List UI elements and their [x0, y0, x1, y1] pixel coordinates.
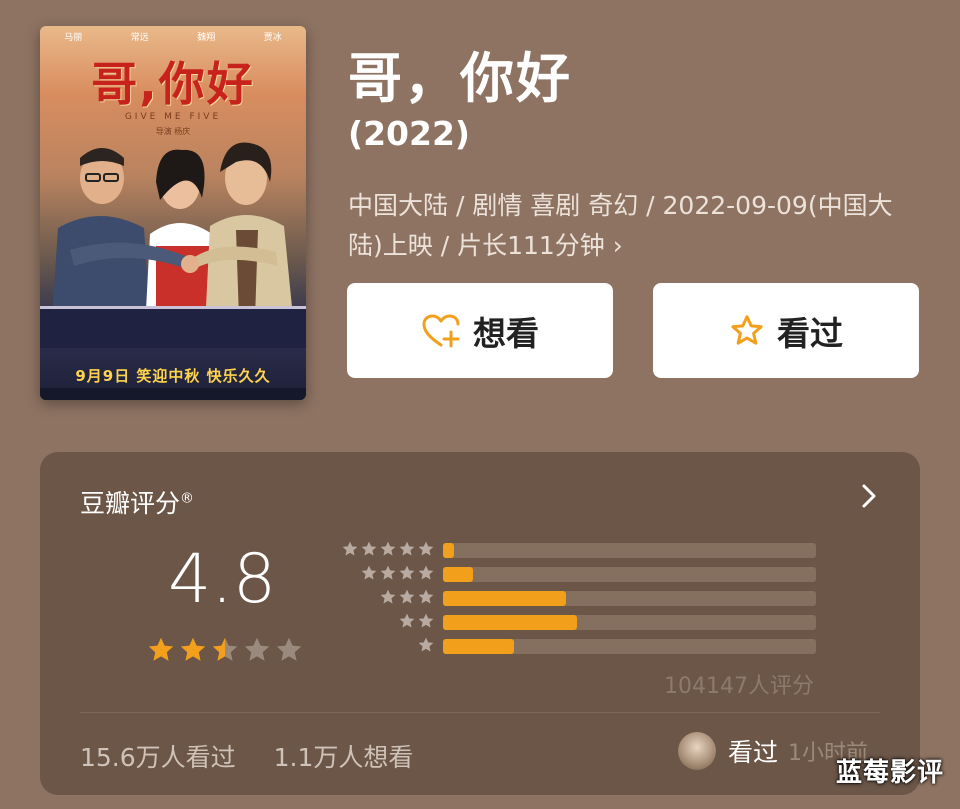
star-icon: [418, 565, 434, 580]
star-icon: [418, 541, 434, 556]
rating-score: 4.8: [168, 540, 277, 619]
chevron-right-icon: ›: [612, 231, 623, 260]
seen-button[interactable]: 看过: [653, 283, 919, 378]
star-icon: [361, 565, 377, 580]
star-icon: [212, 637, 238, 661]
heart-plus-icon: [422, 314, 460, 347]
want-to-see-button[interactable]: 想看: [347, 283, 613, 378]
rating-row-2-star: [335, 612, 825, 630]
row-stars: [340, 540, 435, 558]
want-to-see-label: 想看: [473, 313, 539, 353]
rating-bar-fill: [443, 567, 473, 582]
movie-title: 哥，你好: [348, 47, 572, 110]
friend-action: 看过: [728, 738, 779, 767]
star-icon: [418, 589, 434, 604]
rating-bar-track: [443, 591, 816, 606]
poster-illustration: [40, 142, 306, 348]
rating-bar-track: [443, 639, 816, 654]
poster-director: 导演 杨庆: [155, 127, 191, 136]
poster-cast-name: 魏翔: [197, 33, 216, 43]
poster-title: 哥,你好: [91, 57, 255, 111]
star-icon: [380, 541, 396, 556]
rating-bar-fill: [443, 615, 578, 630]
row-stars: [378, 588, 435, 606]
chevron-right-icon[interactable]: [860, 482, 878, 510]
row-stars: [416, 636, 435, 654]
rating-card: 豆瓣评分® 4.8 104147人评分 15.6万人看过 1.1万人想看 看过 …: [40, 452, 920, 795]
want-count: 1.1万人想看: [273, 743, 414, 772]
row-stars: [359, 564, 435, 582]
poster-subtitle: GIVE ME FIVE: [124, 112, 222, 122]
rating-bar-track: [443, 615, 816, 630]
star-icon: [399, 541, 415, 556]
divider: [80, 712, 880, 713]
rating-bar-track: [443, 567, 816, 582]
star-outline-icon: [731, 314, 763, 345]
poster-cast-name: 常远: [130, 33, 149, 43]
rating-row-5-star: [335, 540, 825, 558]
watched-count: 15.6万人看过: [80, 743, 236, 772]
movie-meta[interactable]: 中国大陆 / 剧情 喜剧 奇幻 / 2022-09-09(中国大陆)上映 / 片…: [348, 186, 908, 266]
star-icon: [418, 637, 434, 652]
poster-cast-name: 贾冰: [263, 33, 282, 43]
poster-credits-strip: [40, 388, 306, 400]
poster-cast-name: 马丽: [64, 33, 83, 43]
row-stars: [397, 612, 435, 630]
rating-row-3-star: [335, 588, 825, 606]
star-icon: [399, 565, 415, 580]
star-icon: [180, 637, 206, 661]
star-icon: [361, 541, 377, 556]
star-icon: [399, 613, 415, 628]
star-icon: [418, 613, 434, 628]
rating-count: 104147人评分: [664, 674, 814, 699]
rating-row-1-star: [335, 636, 825, 654]
avatar: [678, 732, 716, 770]
rating-bar-fill: [443, 639, 514, 654]
audience-stats: 15.6万人看过 1.1万人想看: [80, 738, 443, 774]
average-star-rating: [146, 635, 306, 665]
rating-label-text: 豆瓣评分: [80, 489, 181, 518]
movie-year: (2022): [348, 114, 471, 153]
rating-row-4-star: [335, 564, 825, 582]
poster-cast: 马丽 常远 魏翔 贾冰: [40, 30, 306, 43]
star-icon: [380, 589, 396, 604]
star-icon: [342, 541, 358, 556]
star-icon: [244, 637, 270, 661]
star-icon: [148, 637, 174, 661]
star-icon: [399, 589, 415, 604]
registered-mark: ®: [180, 490, 195, 507]
watermark: 蓝莓影评: [835, 758, 944, 788]
star-icon: [380, 565, 396, 580]
movie-poster[interactable]: 马丽 常远 魏翔 贾冰 哥,你好 GIVE ME FIVE 导演 杨庆 9月9日…: [40, 26, 306, 400]
seen-label: 看过: [777, 313, 843, 353]
rating-bar-fill: [443, 591, 567, 606]
poster-tagline: 9月9日 笑迎中秋 快乐久久: [75, 367, 271, 385]
star-icon: [276, 637, 302, 661]
rating-label: 豆瓣评分®: [80, 484, 194, 520]
rating-bar-track: [443, 543, 816, 558]
rating-bar-fill: [443, 543, 455, 558]
